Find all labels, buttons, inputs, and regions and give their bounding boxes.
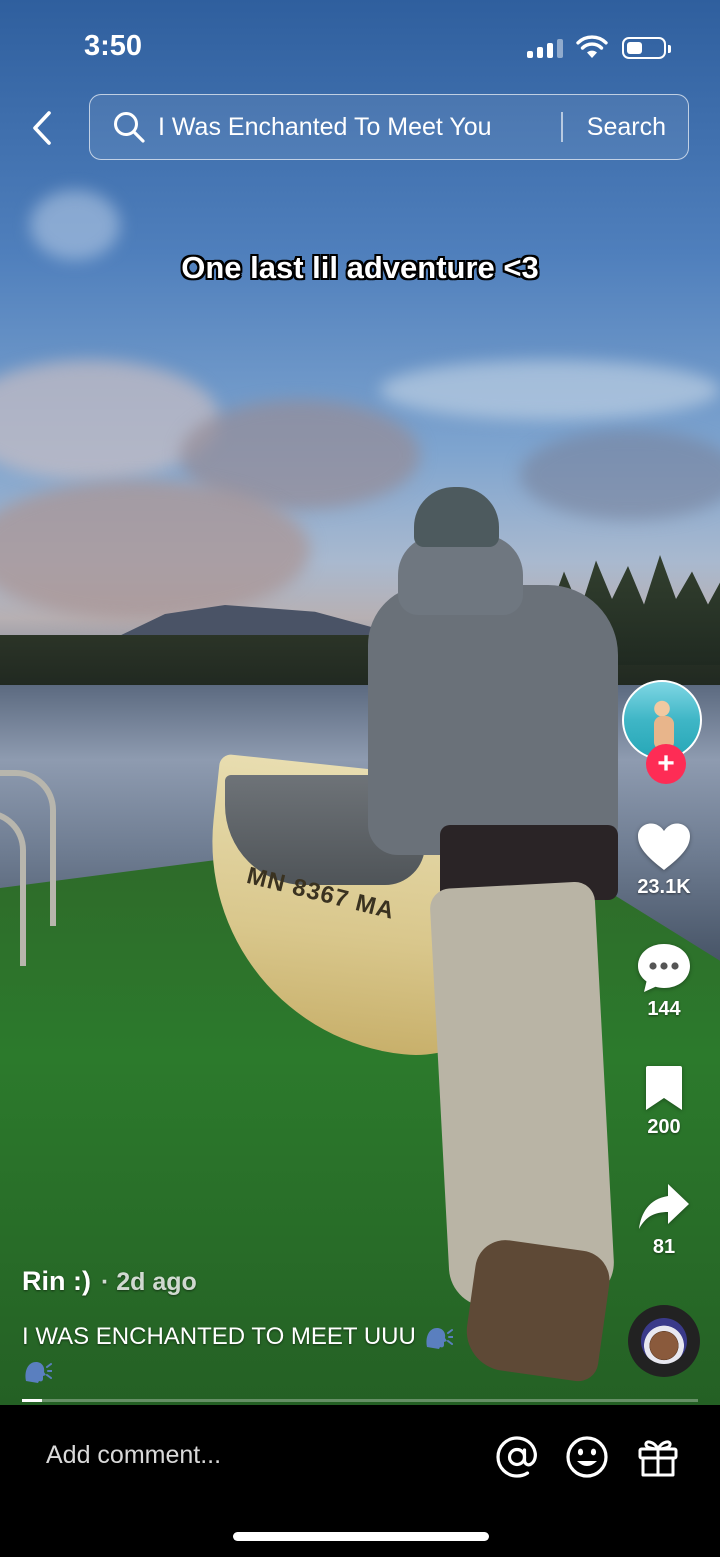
share-count: 81: [652, 1236, 676, 1258]
creator-avatar[interactable]: +: [622, 680, 706, 784]
status-bar: 3:50: [0, 0, 720, 90]
speaking-head-emoji: [425, 1327, 453, 1349]
video-text-overlay: One last lil adventure <3: [181, 250, 539, 285]
description-text: I WAS ENCHANTED TO MEET UUU: [22, 1323, 416, 1350]
post-description[interactable]: I WAS ENCHANTED TO MEET UUU: [22, 1320, 562, 1388]
like-button[interactable]: 23.1K: [620, 822, 708, 899]
gift-icon[interactable]: [636, 1435, 680, 1479]
person-cap: [414, 487, 499, 547]
sound-disc-avatar: [641, 1318, 687, 1364]
add-comment-input[interactable]: Add comment...: [46, 1441, 221, 1470]
speaking-head-emoji: [25, 1361, 52, 1383]
share-button[interactable]: 81: [620, 1182, 708, 1259]
comment-button[interactable]: 144: [620, 942, 708, 1021]
post-date: · 2d ago: [100, 1268, 197, 1296]
bookmark-icon: [646, 1066, 682, 1110]
cloud: [380, 360, 720, 420]
search-bar[interactable]: I Was Enchanted To Meet You Search: [89, 94, 689, 160]
video-progress-bar[interactable]: [22, 1399, 698, 1402]
person-hood: [398, 535, 523, 615]
dock-ladder-rail: [0, 810, 26, 966]
share-arrow-icon: [639, 1184, 689, 1229]
post-meta: Rin :) · 2d ago: [22, 1266, 197, 1297]
author-name[interactable]: Rin :): [22, 1266, 91, 1297]
follow-button[interactable]: +: [646, 744, 686, 784]
search-icon: [114, 112, 145, 143]
cloud: [520, 430, 720, 520]
at-sign-icon[interactable]: [495, 1435, 539, 1479]
comment-bar: Add comment...: [0, 1405, 720, 1557]
home-indicator[interactable]: [233, 1532, 489, 1541]
sound-disc-button[interactable]: [628, 1305, 700, 1377]
person-hoodie: [368, 585, 618, 855]
comment-bubble-icon: [638, 944, 690, 992]
emoji-face-icon[interactable]: [565, 1435, 609, 1479]
heart-icon: [638, 823, 690, 870]
cloud: [0, 480, 310, 620]
cellular-signal-icon: [527, 38, 563, 58]
battery-icon: [622, 37, 671, 59]
chevron-left-icon: [33, 111, 51, 145]
video-player[interactable]: MN 8367 MA: [0, 0, 720, 1405]
battery-level: [627, 42, 642, 54]
status-time: 3:50: [84, 30, 143, 62]
comment-count: 144: [647, 998, 681, 1020]
wifi-icon: [576, 35, 608, 58]
video-progress-fill: [22, 1399, 43, 1402]
search-button[interactable]: Search: [563, 113, 688, 142]
save-count: 200: [647, 1116, 681, 1138]
back-button[interactable]: [22, 106, 62, 150]
save-button[interactable]: 200: [620, 1064, 708, 1139]
like-count: 23.1K: [637, 876, 691, 898]
search-input[interactable]: I Was Enchanted To Meet You: [158, 113, 561, 142]
